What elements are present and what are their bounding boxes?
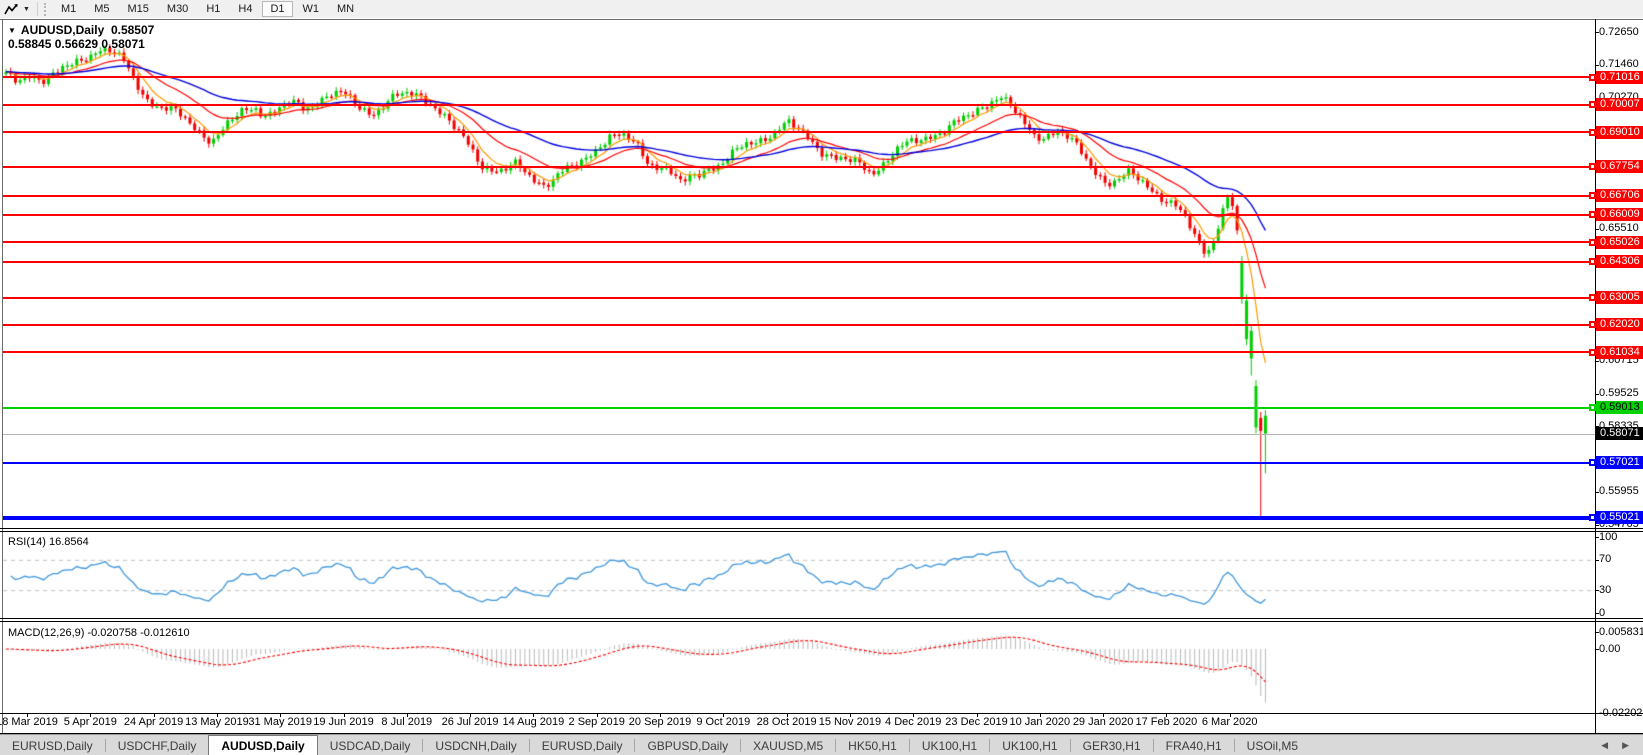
date-axis-label: 14 Aug 2019 (502, 716, 564, 728)
line-anchor-square (1589, 294, 1596, 301)
price-axis-label: 0.65510 (1599, 222, 1639, 234)
line-anchor-square (1589, 129, 1596, 136)
date-axis-label: 10 Jan 2020 (1010, 716, 1071, 728)
date-axis-label: 17 Feb 2020 (1136, 716, 1198, 728)
line-anchor-square (1589, 321, 1596, 328)
price-line-tag: 0.67754 (1596, 160, 1643, 173)
price-horizontal-line[interactable] (3, 297, 1595, 299)
price-horizontal-line[interactable] (3, 324, 1595, 326)
chart-canvas[interactable] (0, 0, 1643, 755)
macd-indicator-label: MACD(12,26,9) -0.020758 -0.012610 (8, 627, 190, 639)
macd-axis-label: -0.022024 (1599, 707, 1643, 719)
line-anchor-square (1589, 101, 1596, 108)
date-axis-label: 4 Dec 2019 (885, 716, 941, 728)
collapse-triangle-icon[interactable]: ▼ (8, 26, 16, 35)
price-line-tag: 0.55021 (1596, 511, 1643, 524)
date-axis-label: 5 Apr 2019 (64, 716, 117, 728)
line-anchor-square (1589, 192, 1596, 199)
price-line-tag: 0.61034 (1596, 346, 1643, 359)
line-anchor-square (1589, 211, 1596, 218)
line-anchor-square (1589, 404, 1596, 411)
date-axis-label: 23 Dec 2019 (945, 716, 1007, 728)
date-axis-label: 18 Mar 2019 (0, 716, 58, 728)
current-price-line (3, 434, 1595, 435)
chart-title: ▼AUDUSD,Daily 0.58507 0.58845 0.56629 0.… (8, 23, 154, 51)
line-anchor-square (1589, 163, 1596, 170)
price-axis-label: 0.55955 (1599, 485, 1639, 497)
price-line-tag: 0.62020 (1596, 318, 1643, 331)
price-horizontal-line[interactable] (3, 131, 1595, 133)
rsi-indicator-label: RSI(14) 16.8564 (8, 536, 89, 548)
price-line-tag: 0.70007 (1596, 98, 1643, 111)
chart-symbol-label: AUDUSD,Daily (21, 23, 104, 37)
macd-axis-label: 0.00 (1599, 643, 1620, 655)
date-axis-label: 20 Sep 2019 (629, 716, 691, 728)
date-axis-label: 19 Jun 2019 (313, 716, 374, 728)
price-line-tag: 0.65026 (1596, 236, 1643, 249)
price-line-tag: 0.59013 (1596, 401, 1643, 414)
rsi-axis-label: 70 (1599, 553, 1611, 565)
date-axis-label: 29 Jan 2020 (1073, 716, 1134, 728)
price-line-tag: 0.57021 (1596, 456, 1643, 469)
macd-axis-label: 0.005831 (1599, 626, 1643, 638)
date-axis-label: 24 Apr 2019 (124, 716, 183, 728)
price-line-tag: 0.69010 (1596, 126, 1643, 139)
price-axis-label: 0.72650 (1599, 26, 1639, 38)
price-axis-label: 0.71460 (1599, 58, 1639, 70)
date-axis-label: 9 Oct 2019 (696, 716, 750, 728)
price-line-tag: 0.66009 (1596, 208, 1643, 221)
line-anchor-square (1589, 258, 1596, 265)
price-line-tag: 0.71016 (1596, 71, 1643, 84)
price-axis-label: 0.59525 (1599, 387, 1639, 399)
price-horizontal-line[interactable] (3, 351, 1595, 353)
date-axis-label: 13 May 2019 (185, 716, 249, 728)
price-horizontal-line[interactable] (3, 76, 1595, 78)
line-anchor-square (1589, 239, 1596, 246)
current-price-tag: 0.58071 (1596, 427, 1643, 440)
price-line-tag: 0.66706 (1596, 189, 1643, 202)
price-horizontal-line[interactable] (3, 241, 1595, 243)
line-anchor-square (1589, 459, 1596, 466)
rsi-axis-label: 0 (1599, 607, 1605, 619)
price-horizontal-line[interactable] (3, 214, 1595, 216)
price-line-tag: 0.63005 (1596, 291, 1643, 304)
date-axis-label: 26 Jul 2019 (442, 716, 499, 728)
date-axis-label: 2 Sep 2019 (569, 716, 625, 728)
date-axis-label: 8 Jul 2019 (381, 716, 432, 728)
rsi-axis-label: 30 (1599, 584, 1611, 596)
price-horizontal-line[interactable] (3, 166, 1595, 168)
date-axis-label: 15 Nov 2019 (819, 716, 881, 728)
line-anchor-square (1589, 514, 1596, 521)
date-axis-label: 28 Oct 2019 (757, 716, 817, 728)
line-anchor-square (1589, 349, 1596, 356)
price-horizontal-line[interactable] (3, 261, 1595, 263)
price-horizontal-line[interactable] (3, 407, 1595, 409)
date-axis-label: 6 Mar 2020 (1202, 716, 1258, 728)
price-horizontal-line[interactable] (3, 195, 1595, 197)
price-line-tag: 0.64306 (1596, 255, 1643, 268)
trading-platform-window: ▼ M1M5M15M30H1H4D1W1MN ▼AUDUSD,Daily 0.5… (0, 0, 1643, 755)
price-horizontal-line[interactable] (3, 104, 1595, 106)
date-axis-label: 31 May 2019 (248, 716, 312, 728)
price-horizontal-line[interactable] (3, 516, 1595, 520)
line-anchor-square (1589, 74, 1596, 81)
rsi-axis-label: 100 (1599, 531, 1617, 543)
price-horizontal-line[interactable] (3, 462, 1595, 464)
